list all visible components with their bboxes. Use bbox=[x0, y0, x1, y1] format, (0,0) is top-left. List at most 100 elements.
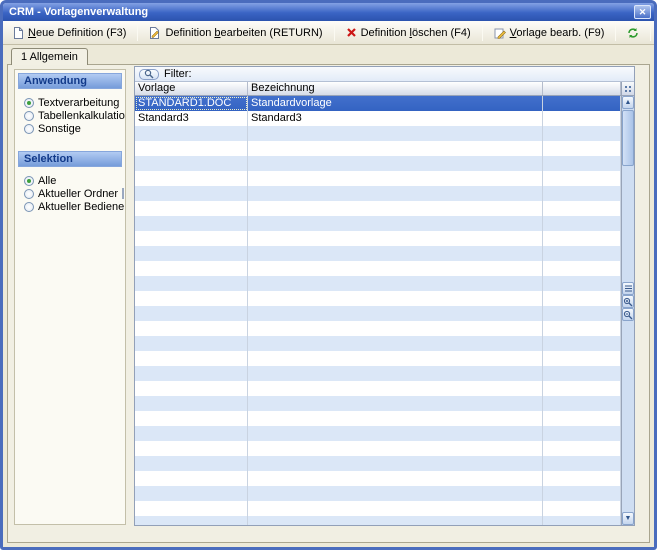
grid-row-empty[interactable] bbox=[135, 501, 621, 516]
radio-option-aktueller-bediener[interactable]: Aktueller Bediener bbox=[15, 200, 125, 213]
zoom-out-icon[interactable] bbox=[622, 308, 634, 321]
grid-cell[interactable] bbox=[135, 411, 248, 426]
grid-cell[interactable] bbox=[543, 366, 621, 381]
grid-row-empty[interactable] bbox=[135, 141, 621, 156]
grid-cell[interactable] bbox=[543, 96, 621, 111]
edit-definition-button[interactable]: Definition bearbeiten (RETURN) bbox=[143, 23, 328, 42]
grid-cell[interactable] bbox=[248, 276, 543, 291]
grid-cell[interactable] bbox=[248, 186, 543, 201]
grid-row-empty[interactable] bbox=[135, 261, 621, 276]
grid-cell[interactable] bbox=[248, 291, 543, 306]
grid-cell[interactable] bbox=[135, 276, 248, 291]
grid-cell[interactable] bbox=[543, 261, 621, 276]
grid-cell[interactable] bbox=[135, 201, 248, 216]
grid-row-empty[interactable] bbox=[135, 456, 621, 471]
grid-cell[interactable] bbox=[543, 396, 621, 411]
grid-cell[interactable] bbox=[543, 171, 621, 186]
grid-cell[interactable] bbox=[248, 441, 543, 456]
radio-button-icon[interactable] bbox=[24, 189, 34, 199]
row-view-icon[interactable] bbox=[622, 282, 634, 295]
grid-row-empty[interactable] bbox=[135, 516, 621, 525]
grid-cell[interactable] bbox=[248, 411, 543, 426]
grid-cell[interactable] bbox=[543, 156, 621, 171]
grid-row-empty[interactable] bbox=[135, 171, 621, 186]
grid-row-empty[interactable] bbox=[135, 156, 621, 171]
grid-cell[interactable] bbox=[135, 186, 248, 201]
grid-row-empty[interactable] bbox=[135, 486, 621, 501]
current-folder-input[interactable] bbox=[122, 188, 124, 199]
grid-cell[interactable] bbox=[543, 126, 621, 141]
grid-cell[interactable] bbox=[543, 216, 621, 231]
grid-cell[interactable] bbox=[248, 306, 543, 321]
grid-cell[interactable] bbox=[135, 231, 248, 246]
grid-row-empty[interactable] bbox=[135, 276, 621, 291]
radio-option-aktueller-ordner[interactable]: Aktueller Ordner bbox=[15, 187, 125, 200]
grid-row-empty[interactable] bbox=[135, 306, 621, 321]
grid-cell[interactable] bbox=[248, 246, 543, 261]
grid-cell[interactable] bbox=[543, 441, 621, 456]
grid-cell[interactable] bbox=[543, 141, 621, 156]
grid-cell[interactable] bbox=[135, 291, 248, 306]
new-definition-button[interactable]: Neue Definition (F3) bbox=[7, 23, 132, 42]
grid-cell[interactable] bbox=[543, 501, 621, 516]
grid-cell[interactable] bbox=[135, 351, 248, 366]
grid-row-empty[interactable] bbox=[135, 471, 621, 486]
grid-cell[interactable] bbox=[543, 186, 621, 201]
grid-cell[interactable] bbox=[543, 381, 621, 396]
grid-row-empty[interactable] bbox=[135, 351, 621, 366]
grid-cell[interactable] bbox=[543, 411, 621, 426]
grid-cell[interactable] bbox=[135, 126, 248, 141]
grid-row-empty[interactable] bbox=[135, 216, 621, 231]
tab-1-allgemein[interactable]: 1 Allgemein bbox=[11, 48, 88, 65]
grid-cell[interactable] bbox=[543, 486, 621, 501]
grid-cell[interactable] bbox=[248, 396, 543, 411]
close-button[interactable]: ✕ bbox=[634, 5, 651, 19]
grid-cell[interactable] bbox=[135, 306, 248, 321]
grid-cell[interactable] bbox=[248, 261, 543, 276]
grid-cell[interactable]: STANDARD1.DOC bbox=[135, 96, 248, 111]
grid-cell[interactable] bbox=[248, 171, 543, 186]
delete-definition-button[interactable]: Definition löschen (F4) bbox=[340, 23, 477, 42]
grid-cell[interactable] bbox=[543, 456, 621, 471]
grid-cell[interactable] bbox=[135, 171, 248, 186]
grid-cell[interactable] bbox=[248, 336, 543, 351]
filter-bar[interactable]: Filter: bbox=[135, 67, 634, 82]
grid-cell[interactable] bbox=[543, 426, 621, 441]
grid-cell[interactable] bbox=[135, 501, 248, 516]
grid-cell[interactable] bbox=[135, 336, 248, 351]
radio-button-icon[interactable] bbox=[24, 176, 34, 186]
grid-cell[interactable] bbox=[248, 426, 543, 441]
grid-row-empty[interactable] bbox=[135, 441, 621, 456]
zoom-in-icon[interactable] bbox=[622, 295, 634, 308]
scroll-down-button[interactable]: ▼ bbox=[622, 512, 634, 525]
grid-row-empty[interactable] bbox=[135, 186, 621, 201]
grid-cell[interactable] bbox=[543, 516, 621, 525]
grid-row-empty[interactable] bbox=[135, 426, 621, 441]
radio-button-icon[interactable] bbox=[24, 111, 34, 121]
grid-cell[interactable] bbox=[543, 351, 621, 366]
grid-cell[interactable] bbox=[135, 396, 248, 411]
word-sync-button[interactable] bbox=[621, 23, 645, 42]
vertical-scrollbar[interactable]: ▲ ▼ bbox=[621, 96, 634, 525]
grid-cell[interactable] bbox=[248, 141, 543, 156]
radio-button-icon[interactable] bbox=[24, 98, 34, 108]
column-header-bezeichnung[interactable]: Bezeichnung bbox=[248, 82, 543, 95]
grid-cell[interactable] bbox=[248, 471, 543, 486]
grid-row-empty[interactable] bbox=[135, 336, 621, 351]
scroll-up-button[interactable]: ▲ bbox=[622, 96, 634, 109]
grid-cell[interactable]: Standardvorlage bbox=[248, 96, 543, 111]
grid-cell[interactable] bbox=[543, 246, 621, 261]
grid-cell[interactable] bbox=[135, 321, 248, 336]
column-header-vorlage[interactable]: Vorlage bbox=[135, 82, 248, 95]
grid-cell[interactable] bbox=[543, 306, 621, 321]
grid-cell[interactable] bbox=[248, 126, 543, 141]
column-header-extra[interactable] bbox=[543, 82, 621, 95]
edit-template-button[interactable]: Vorlage bearb. (F9) bbox=[488, 23, 611, 42]
grid-cell[interactable] bbox=[248, 516, 543, 525]
filter-search-icon[interactable] bbox=[139, 69, 159, 80]
grid-cell[interactable] bbox=[135, 141, 248, 156]
radio-option-tabellenkalkulation[interactable]: Tabellenkalkulation bbox=[15, 109, 125, 122]
grid-cell[interactable] bbox=[248, 351, 543, 366]
grid-cell[interactable] bbox=[248, 156, 543, 171]
grid-cell[interactable] bbox=[248, 366, 543, 381]
